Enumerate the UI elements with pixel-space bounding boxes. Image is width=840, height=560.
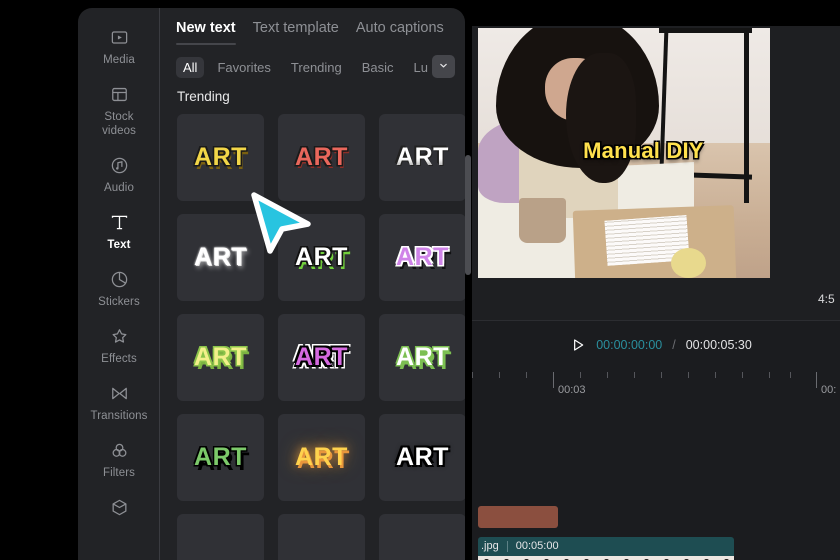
text-style-card[interactable]: ART	[278, 414, 365, 501]
chip-all[interactable]: All	[176, 56, 205, 78]
text-style-card[interactable]: ART	[177, 214, 264, 301]
tab-new-text[interactable]: New text	[176, 20, 236, 45]
tab-auto-captions[interactable]: Auto captions	[356, 20, 444, 45]
chip-favorites[interactable]: Favorites	[210, 57, 277, 78]
timeline-tracks: .jpg 00:05:00	[472, 404, 840, 560]
text-style-card[interactable]: ART	[278, 314, 365, 401]
app-root: Media Stock videos Audio Text Stickers E…	[0, 0, 840, 560]
timeline: 00:00:00:00 / 00:00:05:30 00:03 00: .jpg…	[472, 320, 840, 560]
text-style-card[interactable]: ART	[379, 114, 465, 201]
expand-categories-button[interactable]	[432, 55, 455, 78]
media-icon	[110, 24, 129, 50]
total-timecode: 00:00:05:30	[685, 338, 752, 352]
sidebar-item-label: Stickers	[98, 296, 140, 308]
sidebar-item-label: Transitions	[90, 410, 148, 422]
text-icon	[109, 209, 130, 235]
transitions-icon	[110, 380, 129, 406]
card-art-label: ART	[295, 443, 348, 471]
stickers-icon	[110, 266, 129, 292]
sidebar-item-label: Effects	[101, 353, 137, 365]
chip-basic[interactable]: Basic	[355, 57, 401, 78]
card-art-label: ART	[194, 143, 247, 171]
text-style-card[interactable]: ART	[177, 414, 264, 501]
text-style-card[interactable]: ART	[177, 314, 264, 401]
card-art-label: ART	[396, 243, 449, 271]
sidebar-item-label: Filters	[102, 467, 135, 479]
filters-icon	[110, 437, 129, 463]
chevron-down-icon	[438, 58, 449, 76]
preview-topbar	[472, 0, 840, 26]
sidebar-item-stock-videos[interactable]: Stock videos	[78, 81, 160, 138]
text-style-card[interactable]: ART	[278, 214, 365, 301]
sidebar-item-transitions[interactable]: Transitions	[78, 380, 160, 423]
aspect-ratio-label[interactable]: 4:5	[818, 292, 836, 306]
text-style-card[interactable]: ART	[177, 114, 264, 201]
text-style-card[interactable]: ART	[278, 114, 365, 201]
transport-controls: 00:00:00:00 / 00:00:05:30	[472, 320, 840, 370]
left-sidebar: Media Stock videos Audio Text Stickers E…	[78, 8, 160, 560]
clip-filename: .jpg	[481, 540, 499, 552]
stock-videos-icon	[110, 81, 129, 107]
cube-icon	[110, 494, 129, 520]
sidebar-item-label: Audio	[104, 182, 134, 194]
text-panel: New text Text template Auto captions All…	[160, 8, 465, 560]
card-art-label: ART	[295, 143, 348, 171]
chip-lu[interactable]: Lu	[407, 57, 431, 78]
current-timecode: 00:00:00:00	[596, 338, 663, 352]
chip-trending[interactable]: Trending	[284, 57, 349, 78]
card-art-label: ART	[194, 243, 247, 271]
sidebar-item-filters[interactable]: Filters	[78, 437, 160, 480]
timeline-text-clip[interactable]	[478, 506, 558, 528]
play-icon[interactable]	[570, 336, 586, 354]
video-preview[interactable]: Manual DIY	[478, 28, 770, 278]
text-style-card[interactable]: ART	[379, 314, 465, 401]
sidebar-item-label: Media	[103, 54, 135, 66]
category-chips: All Favorites Trending Basic Lu	[160, 45, 465, 79]
text-style-card[interactable]: ART	[379, 214, 465, 301]
card-art-label: ART	[194, 343, 247, 371]
text-style-card[interactable]: ART	[379, 414, 465, 501]
tab-text-template[interactable]: Text template	[253, 20, 339, 45]
timeline-ruler[interactable]: 00:03 00:	[472, 372, 840, 404]
sidebar-item-media[interactable]: Media	[78, 24, 160, 67]
card-art-label: ART	[295, 243, 348, 271]
panel-scrollbar[interactable]	[465, 155, 471, 275]
sidebar-item-label: Stock videos	[102, 111, 136, 137]
sidebar-item-audio[interactable]: Audio	[78, 152, 160, 195]
clip-duration: 00:05:00	[515, 540, 559, 552]
text-style-card[interactable]	[379, 514, 465, 560]
section-title: Trending	[177, 89, 230, 104]
sidebar-item-effects[interactable]: Effects	[78, 323, 160, 366]
text-style-grid: ART ART ART ART ART ART ART ART ART ART …	[160, 110, 465, 560]
card-art-label: ART	[396, 343, 449, 371]
ruler-label: 00:03	[558, 384, 586, 396]
card-art-label: ART	[396, 443, 449, 471]
sidebar-item-cube[interactable]	[78, 494, 160, 523]
text-style-card[interactable]	[278, 514, 365, 560]
card-art-label: ART	[396, 143, 449, 171]
video-overlay-text[interactable]: Manual DIY	[583, 138, 704, 164]
clip-header: .jpg 00:05:00	[478, 537, 734, 555]
clip-filmstrip	[478, 556, 734, 560]
timecode-separator: /	[672, 338, 676, 352]
ruler-label: 00:	[821, 384, 837, 396]
audio-icon	[110, 152, 129, 178]
effects-icon	[110, 323, 129, 349]
timeline-video-clip[interactable]: .jpg 00:05:00	[478, 537, 734, 560]
panel-tabs: New text Text template Auto captions	[160, 8, 465, 45]
text-style-card[interactable]	[177, 514, 264, 560]
sidebar-item-label: Text	[107, 239, 131, 251]
timeline-divider	[472, 320, 840, 321]
clip-separator	[506, 540, 508, 552]
sidebar-item-stickers[interactable]: Stickers	[78, 266, 160, 309]
card-art-label: ART	[194, 443, 247, 471]
card-art-label: ART	[295, 343, 348, 371]
sidebar-item-text[interactable]: Text	[78, 209, 160, 252]
